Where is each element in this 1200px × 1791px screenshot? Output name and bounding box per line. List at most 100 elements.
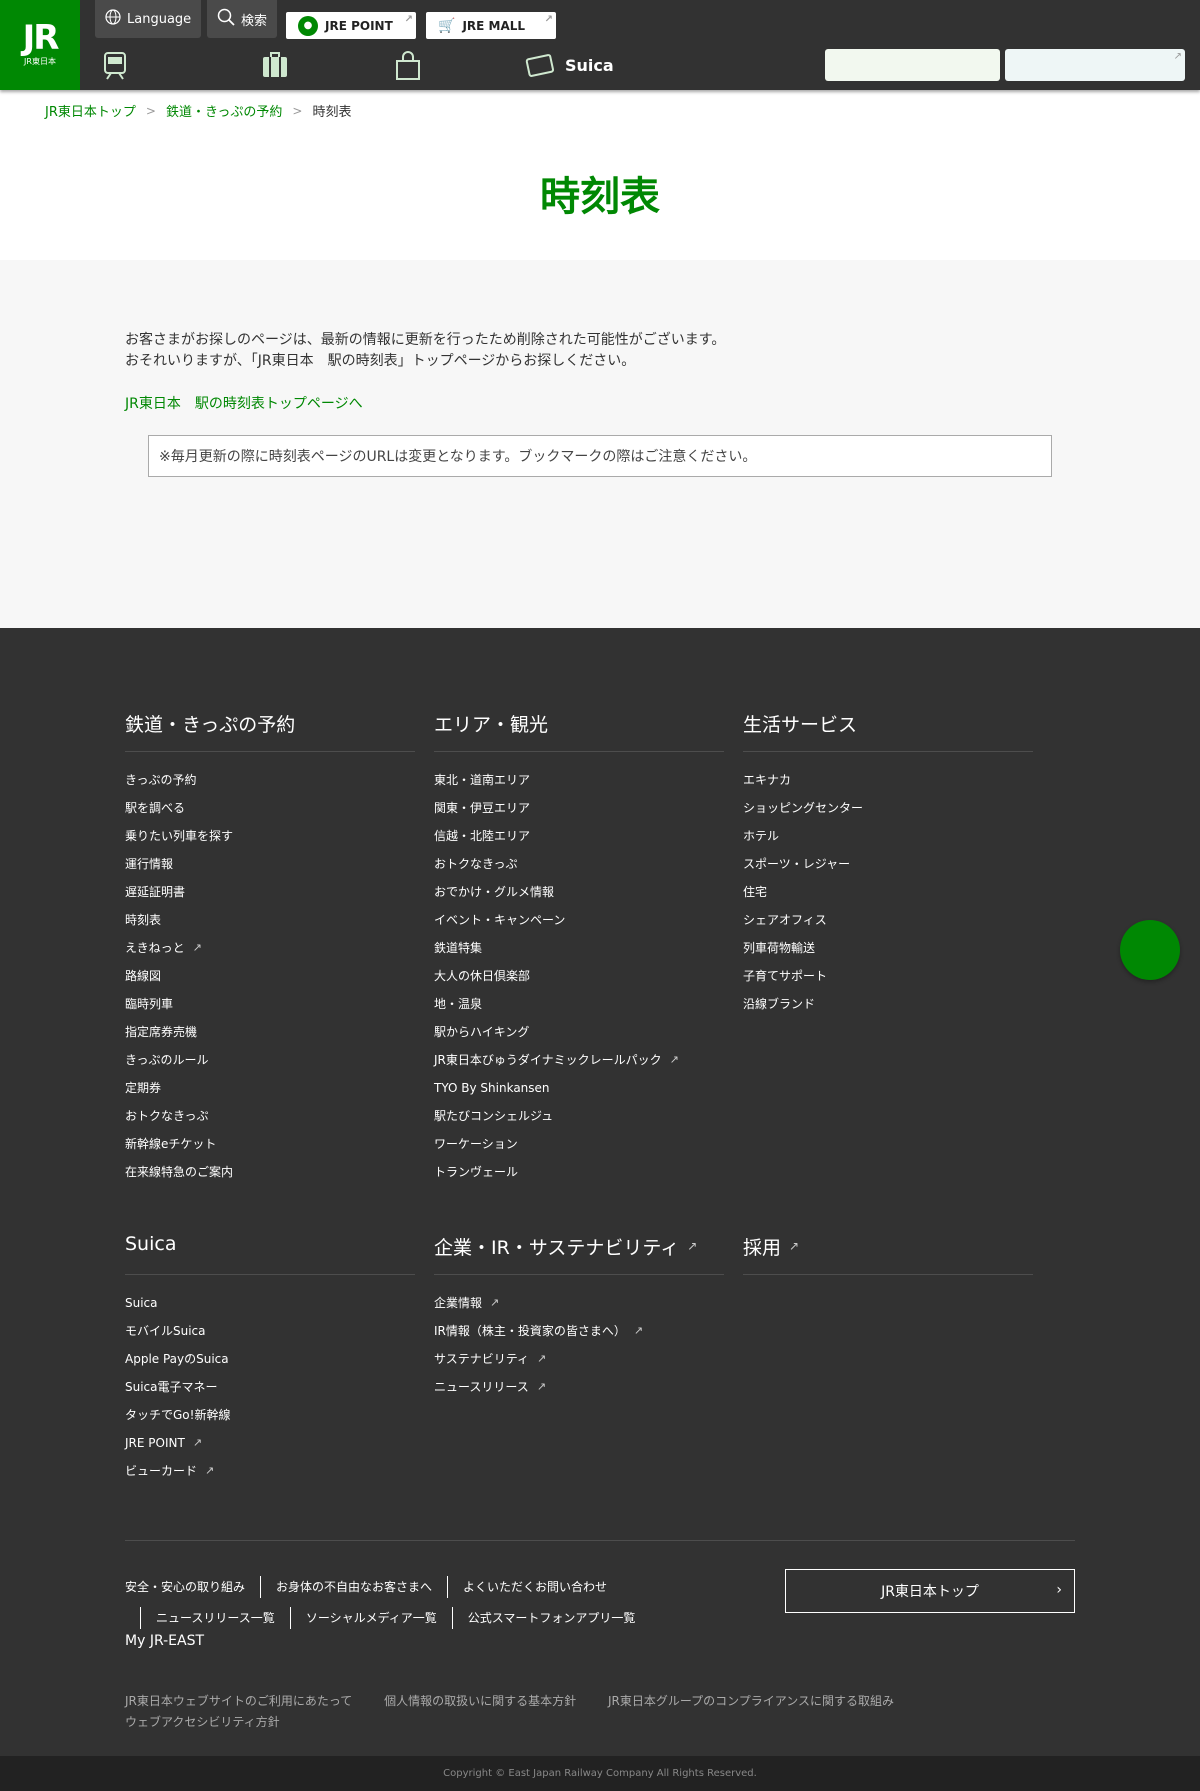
footer-list-item[interactable]: 指定席券売機 <box>125 1024 415 1052</box>
footer-list-item[interactable]: 東北・道南エリア <box>434 772 724 800</box>
footer-column-railway: 鉄道・きっぷの予約 きっぷの予約駅を調べる 乗りたい列車を探す 運行情報遅延証明書時… <box>125 710 415 1192</box>
footer-list-item[interactable]: 臨時列車 <box>125 996 415 1024</box>
my-jr-east-link[interactable]: My JR-EAST <box>125 1633 204 1649</box>
footer-list-item[interactable]: ホテル <box>743 828 1033 856</box>
footer-list-item[interactable]: 時刻表 <box>125 912 415 940</box>
footer-list-item[interactable]: 乗りたい列車を探す <box>125 828 415 856</box>
footer-list-item[interactable]: おトクなきっぷ <box>125 1108 415 1136</box>
footer-divider <box>125 1540 1075 1541</box>
language-button[interactable]: Language <box>95 0 202 38</box>
jr-east-logo[interactable]: JR JR東日本 <box>0 0 80 90</box>
footer-list-item-label: TYO By Shinkansen <box>434 1081 550 1095</box>
policy-link[interactable]: JR東日本グループのコンプライアンスに関する取組み <box>608 1694 894 1708</box>
footer-list-item[interactable]: 子育てサポート <box>743 968 1033 996</box>
footer-list-item[interactable]: エキナカ <box>743 772 1033 800</box>
footer-heading[interactable]: エリア・観光 <box>434 710 724 752</box>
breadcrumb-item-top[interactable]: JR東日本トップ <box>45 101 136 120</box>
footer-list-item[interactable]: ニュースリリース ↗ <box>434 1379 724 1407</box>
footer-list-item[interactable]: 路線図 <box>125 968 415 996</box>
footer-list-item[interactable]: IR情報（株主・投資家の皆さまへ） ↗ <box>434 1323 724 1351</box>
footer-list-item[interactable]: ワーケーション <box>434 1136 724 1164</box>
footer-list-item[interactable]: 住宅 <box>743 884 1033 912</box>
footer-list-item-label: 路線図 <box>125 969 162 983</box>
footer-list-item[interactable]: イベント・キャンペーン <box>434 912 724 940</box>
footer-list-item[interactable]: 遅延証明書 <box>125 884 415 912</box>
breadcrumb-item-railway[interactable]: 鉄道・きっぷの予約 <box>166 101 282 120</box>
footer-link[interactable]: よくいただくお問い合わせ <box>463 1578 607 1595</box>
footer-list-item[interactable]: 新幹線eチケット <box>125 1136 415 1164</box>
footer-list-item[interactable]: TYO By Shinkansen <box>434 1080 724 1108</box>
footer-list-item[interactable]: 定期券 <box>125 1080 415 1108</box>
jre-mall-link[interactable]: 🛒 JRE MALL ↗ <box>426 12 556 39</box>
footer-list-item[interactable]: 沿線ブランド <box>743 996 1033 1024</box>
footer-list-item[interactable]: JR東日本びゅうダイナミックレールパック ↗ <box>434 1052 724 1080</box>
footer-list-item[interactable]: 駅たびコンシェルジュ <box>434 1108 724 1136</box>
footer-list-item-label: トランヴェール <box>434 1165 519 1179</box>
footer-link[interactable]: 安全・安心の取り組み <box>125 1578 245 1595</box>
footer-list-item[interactable]: 企業情報 ↗ <box>434 1295 724 1323</box>
footer-list-item[interactable]: 駅を調べる <box>125 800 415 828</box>
policy-link[interactable]: ウェブアクセシビリティ方針 <box>125 1715 280 1729</box>
footer-link[interactable]: お身体の不自由なお客さまへ <box>276 1578 432 1595</box>
jre-point-link[interactable]: ● JRE POINT ↗ <box>286 12 416 39</box>
policy-link[interactable]: JR東日本ウェブサイトのご利用にあたって <box>125 1694 352 1708</box>
header-box-external[interactable]: ↗ <box>1005 49 1185 81</box>
footer-list-item[interactable]: 大人の休日倶楽部 <box>434 968 724 996</box>
footer-list-item-label: 大人の休日倶楽部 <box>434 969 531 983</box>
footer-list-item[interactable]: おでかけ・グルメ情報 <box>434 884 724 912</box>
footer-list-item[interactable]: サステナビリティ ↗ <box>434 1351 724 1379</box>
nav-railway[interactable] <box>100 48 140 82</box>
footer-list-item[interactable]: 列車荷物輸送 <box>743 940 1033 968</box>
footer-list-item-label: 関東・伊豆エリア <box>434 801 531 815</box>
footer-list-item[interactable]: 鉄道特集 <box>434 940 724 968</box>
floating-action-button[interactable] <box>1120 920 1180 980</box>
footer-list-item[interactable]: きっぷの予約 <box>125 772 415 800</box>
footer-list-item[interactable]: ショッピングセンター <box>743 800 1033 828</box>
external-link-icon: ↗ <box>404 14 413 25</box>
footer-link[interactable]: ニュースリリース一覧 <box>156 1609 275 1626</box>
footer-list-item-label: ニュースリリース <box>434 1380 529 1394</box>
external-link-icon: ↗ <box>669 1053 679 1066</box>
footer-list-item-label: 在来線特急のご案内 <box>125 1165 234 1179</box>
footer-list-item[interactable]: トランヴェール <box>434 1164 724 1192</box>
footer-heading[interactable]: 鉄道・きっぷの予約 <box>125 710 415 752</box>
footer-list-item[interactable]: モバイルSuica <box>125 1323 415 1351</box>
nav-suica[interactable]: Suica <box>525 48 614 82</box>
footer-list-item-label: 運行情報 <box>125 857 174 871</box>
footer-heading[interactable]: 企業・IR・サステナビリティ ↗ <box>434 1233 724 1275</box>
top-button-label: JR東日本トップ <box>881 1584 979 1600</box>
footer-list-item[interactable]: 在来線特急のご案内 <box>125 1164 415 1192</box>
footer-list-item[interactable]: スポーツ・レジャー <box>743 856 1033 884</box>
footer-list-item[interactable]: 関東・伊豆エリア <box>434 800 724 828</box>
footer-heading[interactable]: Suica <box>125 1233 415 1275</box>
footer-list-item[interactable]: JRE POINT ↗ <box>125 1435 415 1463</box>
jr-east-top-button[interactable]: JR東日本トップ › <box>785 1569 1075 1613</box>
footer-heading[interactable]: 採用 ↗ <box>743 1233 1033 1275</box>
footer-list-item[interactable]: 駅からハイキング <box>434 1024 724 1052</box>
nav-travel[interactable] <box>260 48 300 82</box>
timetable-top-link[interactable]: JR東日本 駅の時刻表トップページへ <box>125 393 363 413</box>
footer-list-item[interactable]: きっぷのルール <box>125 1052 415 1080</box>
footer-heading[interactable]: 生活サービス <box>743 710 1033 752</box>
footer-list-item[interactable]: 信越・北陸エリア <box>434 828 724 856</box>
footer-link[interactable]: 公式スマートフォンアプリ一覧 <box>468 1609 636 1626</box>
nav-life[interactable] <box>393 48 433 82</box>
footer-list-item[interactable]: おトクなきっぷ <box>434 856 724 884</box>
logo-mark: JR <box>22 18 60 58</box>
footer-list-item[interactable]: シェアオフィス <box>743 912 1033 940</box>
footer-list-item[interactable]: Apple PayのSuica <box>125 1351 415 1379</box>
footer-list-item-label: きっぷの予約 <box>125 773 197 787</box>
footer-list-item[interactable]: ビューカード ↗ <box>125 1463 415 1491</box>
footer-list-item[interactable]: えきねっと ↗ <box>125 940 415 968</box>
globe-icon <box>105 9 121 29</box>
footer-list-item[interactable]: 地・温泉 <box>434 996 724 1024</box>
footer-link[interactable]: ソーシャルメディア一覧 <box>306 1609 437 1626</box>
footer-list-item[interactable]: タッチでGo!新幹線 <box>125 1407 415 1435</box>
policy-link[interactable]: 個人情報の取扱いに関する基本方針 <box>384 1694 576 1708</box>
header-box-ir[interactable] <box>825 49 1000 81</box>
search-button[interactable]: 検索 <box>207 0 278 38</box>
notice-box: ※毎月更新の際に時刻表ページのURLは変更となります。ブックマークの際はご注意く… <box>148 435 1052 477</box>
footer-list-item[interactable]: Suica電子マネー <box>125 1379 415 1407</box>
footer-list-item[interactable]: 運行情報 <box>125 856 415 884</box>
footer-list-item[interactable]: Suica <box>125 1295 415 1323</box>
